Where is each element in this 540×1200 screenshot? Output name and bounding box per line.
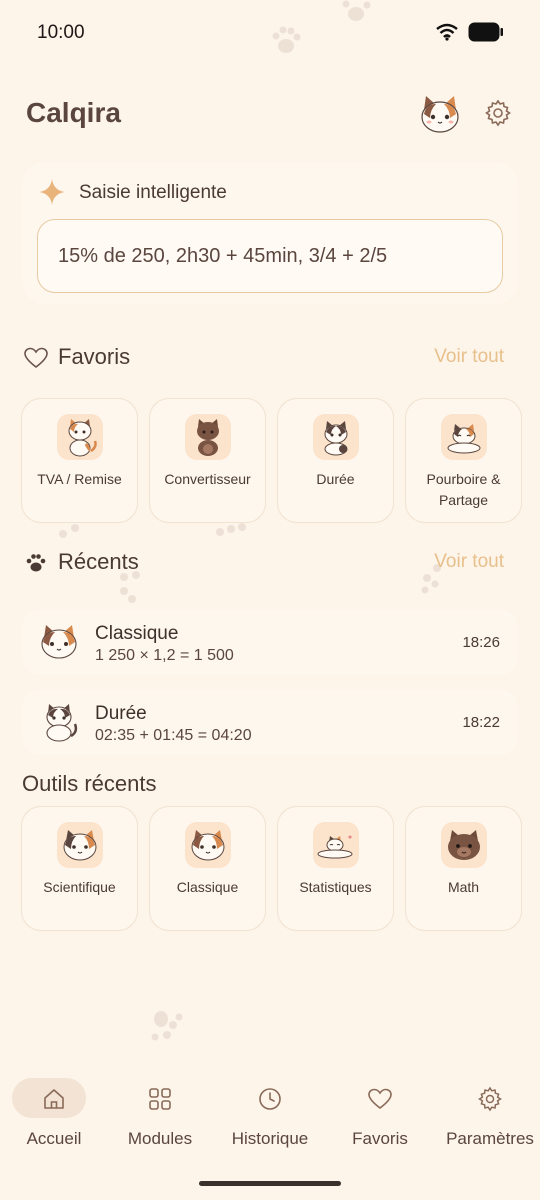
grid-icon bbox=[149, 1088, 171, 1110]
cat-avatar-icon[interactable] bbox=[418, 92, 462, 136]
favorite-label: Pourboire & Partage bbox=[426, 471, 501, 508]
favorites-title: Favoris bbox=[58, 344, 131, 369]
settings-button[interactable] bbox=[480, 95, 516, 131]
nav-label: Favoris bbox=[352, 1129, 408, 1148]
cat-tabby-icon bbox=[313, 414, 359, 460]
recent-item[interactable]: Durée 02:35 + 01:45 = 04:20 18:22 bbox=[22, 689, 518, 755]
gear-icon bbox=[478, 1086, 502, 1112]
cat-lying-icon bbox=[441, 414, 487, 460]
recent-tools-title: Outils récents bbox=[22, 771, 157, 796]
tool-tile-math[interactable]: Math bbox=[405, 806, 522, 931]
bottom-nav: Accueil Modules Historique Favoris Param… bbox=[0, 1062, 540, 1162]
recent-tools-row: Scientifique Classique Statistiques Math bbox=[21, 806, 522, 931]
favorite-tile-convertisseur[interactable]: Convertisseur bbox=[149, 398, 266, 523]
home-icon bbox=[44, 1089, 64, 1109]
favorites-header: Favoris Voir tout bbox=[22, 340, 504, 376]
gear-icon bbox=[485, 99, 511, 127]
recents-see-all-link[interactable]: Voir tout bbox=[434, 551, 504, 573]
cat-face-icon bbox=[185, 822, 231, 868]
favorite-tile-tva[interactable]: TVA / Remise bbox=[21, 398, 138, 523]
paw-decoration-icon bbox=[59, 524, 79, 538]
nav-label: Modules bbox=[127, 1129, 193, 1148]
recent-title: Durée bbox=[95, 703, 147, 724]
nav-label: Paramètres bbox=[446, 1129, 534, 1148]
favorite-label: Convertisseur bbox=[164, 471, 251, 487]
paw-decoration-icon bbox=[151, 1011, 183, 1041]
tool-label: Statistiques bbox=[299, 879, 372, 895]
heart-icon bbox=[368, 1088, 392, 1110]
smart-input-field[interactable]: 15% de 250, 2h30 + 45min, 3/4 + 2/5 bbox=[37, 219, 503, 293]
favorite-tile-pourboire[interactable]: Pourboire & Partage bbox=[405, 398, 522, 523]
smart-input-card: Saisie intelligente 15% de 250, 2h30 + 4… bbox=[22, 162, 518, 304]
favorites-row: TVA / Remise Convertisseur Durée Pourboi… bbox=[21, 398, 522, 523]
cat-calico-icon bbox=[57, 414, 103, 460]
tool-label: Scientifique bbox=[43, 879, 116, 895]
nav-item-favoris[interactable]: Favoris bbox=[326, 1062, 434, 1162]
cat-face-icon bbox=[41, 625, 77, 659]
tool-tile-classique[interactable]: Classique bbox=[149, 806, 266, 931]
status-icons bbox=[436, 22, 504, 42]
cat-sitting-icon bbox=[46, 704, 78, 742]
recent-expression: 1 250 × 1,2 = 1 500 bbox=[95, 647, 234, 664]
status-bar: 10:00 bbox=[0, 0, 540, 64]
nav-item-parametres[interactable]: Paramètres bbox=[436, 1062, 540, 1162]
smart-input-title: Saisie intelligente bbox=[79, 182, 227, 203]
home-indicator[interactable] bbox=[199, 1181, 341, 1186]
paw-icon bbox=[26, 554, 46, 572]
tool-label: Classique bbox=[176, 879, 239, 895]
recent-item[interactable]: Classique 1 250 × 1,2 = 1 500 18:26 bbox=[22, 609, 518, 675]
cat-sleeping-icon bbox=[313, 822, 359, 868]
sparkle-icon bbox=[39, 179, 65, 205]
favorite-label: TVA / Remise bbox=[37, 471, 122, 487]
wifi-icon bbox=[436, 23, 458, 41]
heart-icon bbox=[24, 347, 48, 369]
tool-tile-scientifique[interactable]: Scientifique bbox=[21, 806, 138, 931]
app-title: Calqira bbox=[26, 97, 121, 128]
favorites-see-all-link[interactable]: Voir tout bbox=[434, 346, 504, 368]
favorite-tile-duree[interactable]: Durée bbox=[277, 398, 394, 523]
cat-face-icon bbox=[57, 822, 103, 868]
tool-label: Math bbox=[447, 879, 480, 895]
favorite-label: Durée bbox=[316, 471, 355, 487]
nav-label: Historique bbox=[231, 1129, 309, 1148]
clock-icon bbox=[259, 1088, 281, 1110]
cat-brown-icon bbox=[185, 414, 231, 460]
recent-title: Classique bbox=[95, 623, 179, 644]
tool-tile-statistiques[interactable]: Statistiques bbox=[277, 806, 394, 931]
battery-icon bbox=[468, 22, 503, 42]
recents-header: Récents Voir tout bbox=[22, 545, 504, 581]
nav-item-historique[interactable]: Historique bbox=[216, 1062, 324, 1162]
recent-expression: 02:35 + 01:45 = 04:20 bbox=[95, 727, 252, 744]
nav-item-modules[interactable]: Modules bbox=[106, 1062, 214, 1162]
status-time: 10:00 bbox=[37, 22, 85, 43]
recents-title: Récents bbox=[58, 549, 139, 574]
recent-time: 18:22 bbox=[462, 714, 500, 731]
nav-item-accueil[interactable]: Accueil bbox=[0, 1062, 108, 1162]
cat-brown-face-icon bbox=[441, 822, 487, 868]
recent-time: 18:26 bbox=[462, 634, 500, 651]
